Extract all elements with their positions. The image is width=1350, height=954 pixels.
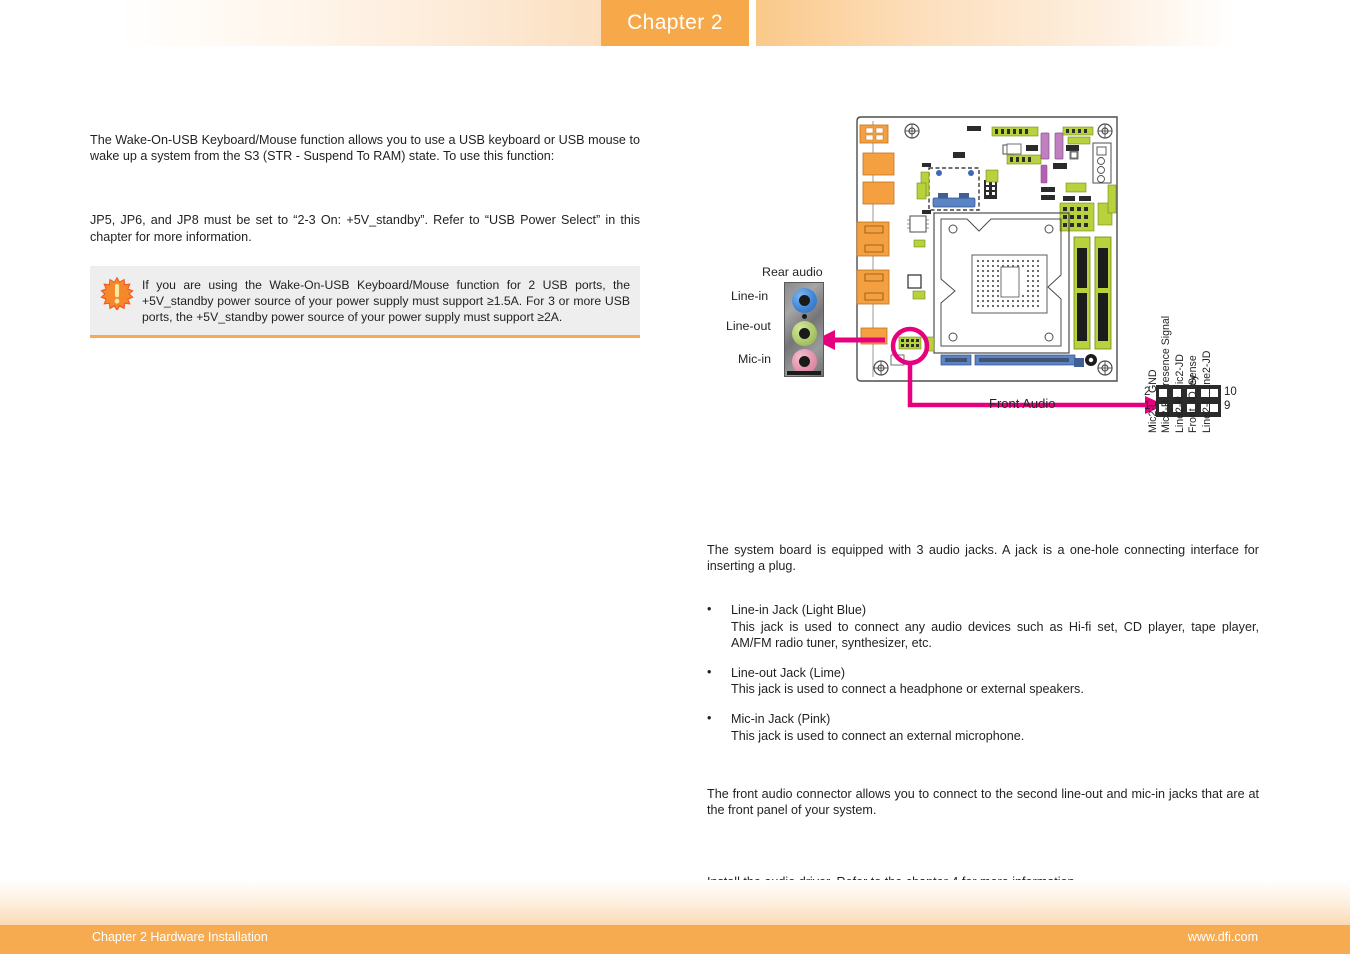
line-in-jack-desc: This jack is used to connect any audio d… [731, 619, 1259, 650]
bullet-marker: • [707, 602, 712, 617]
mic-in-label: Mic-in [738, 352, 772, 366]
mic-in-jack-desc: This jack is used to connect an external… [731, 728, 1025, 743]
audio-jacks-intro: The system board is equipped with 3 audi… [707, 543, 1259, 574]
front-audio-label: Front Audio [989, 396, 1056, 411]
pin-label-presence-signal: Presence Signal [1160, 315, 1172, 393]
chapter-tab: Chapter 2 [601, 0, 749, 46]
right-text-column: The system board is equipped with 3 audi… [707, 542, 1259, 890]
front-audio-highlight-circle [890, 326, 930, 366]
bullet-item-line-in: • Line-in Jack (Light Blue) This jack is… [707, 602, 1259, 651]
manual-page: Chapter 2 The Wake-On-USB Keyboard/Mouse… [0, 0, 1350, 954]
front-audio-paragraph: The front audio connector allows you to … [707, 786, 1259, 818]
footer-bar: Chapter 2 Hardware Installation www.dfi.… [0, 925, 1350, 954]
rear-audio-panel [784, 282, 824, 377]
pin-10 [1210, 389, 1218, 397]
pin-label-mic2-l: Mic2-L [1147, 401, 1159, 433]
pin-label-line2-r: Line2-R [1174, 395, 1186, 433]
footer-gradient [0, 880, 1350, 925]
bullet-item-line-out: • Line-out Jack (Lime) This jack is used… [707, 665, 1259, 697]
line-out-label: Line-out [726, 319, 771, 333]
warning-note-box: If you are using the Wake-On-USB Keyboar… [90, 266, 640, 338]
line-in-label: Line-in [731, 289, 769, 303]
pin-label-mic2-r: Mic2-R [1160, 399, 1172, 433]
line-out-jack-icon [792, 321, 817, 346]
bullet-marker: • [707, 665, 712, 680]
left-text-column: The Wake-On-USB Keyboard/Mouse function … [90, 132, 640, 245]
pin-8 [1201, 389, 1209, 397]
audio-connector-diagram: Rear audio Line-in Line-out Mic-in Front… [700, 100, 1300, 530]
mic-in-jack-icon [792, 349, 817, 374]
chapter-tab-label: Chapter 2 [627, 11, 723, 34]
pin-label-line2-l: Line2-L [1201, 397, 1213, 433]
rear-audio-label: Rear audio [762, 265, 823, 279]
jumper-setting-paragraph: JP5, JP6, and JP8 must be set to “2-3 On… [90, 213, 640, 244]
footer-chapter-text: Chapter 2 Hardware Installation [92, 930, 268, 944]
line-out-jack-title: Line-out Jack (Lime) [731, 666, 846, 681]
footer-website-link[interactable]: www.dfi.com [1188, 930, 1258, 944]
line-in-jack-icon [792, 288, 817, 313]
warning-note-text: If you are using the Wake-On-USB Keyboar… [142, 278, 630, 324]
warning-starburst-icon [100, 276, 134, 310]
pin-2 [1159, 389, 1167, 397]
pin-number-2: 2 [1144, 386, 1151, 398]
wake-on-usb-paragraph: The Wake-On-USB Keyboard/Mouse function … [90, 133, 640, 164]
pin-number-9: 9 [1224, 400, 1231, 412]
bullet-marker: • [707, 711, 712, 726]
mic-in-jack-title: Mic-in Jack (Pink) [731, 712, 831, 727]
rear-audio-photo [784, 282, 824, 377]
page-header: Chapter 2 [0, 0, 1350, 46]
line-out-jack-desc: This jack is used to connect a headphone… [731, 682, 1084, 697]
pin-number-10: 10 [1224, 386, 1237, 398]
line-in-jack-title: Line-in Jack (Light Blue) [731, 603, 867, 618]
pin-label-front-io-sense: Front_IO_Sense [1187, 355, 1199, 433]
page-footer: Chapter 2 Hardware Installation www.dfi.… [0, 880, 1350, 954]
bullet-item-mic-in: • Mic-in Jack (Pink) This jack is used t… [707, 711, 1259, 743]
panel-screw-dot [802, 314, 807, 319]
header-gradient-right [756, 0, 1234, 46]
header-gradient-left [118, 0, 601, 46]
front-audio-connector: GND Presence Signal Mic2-JD Key Line2-JD… [1144, 316, 1237, 433]
